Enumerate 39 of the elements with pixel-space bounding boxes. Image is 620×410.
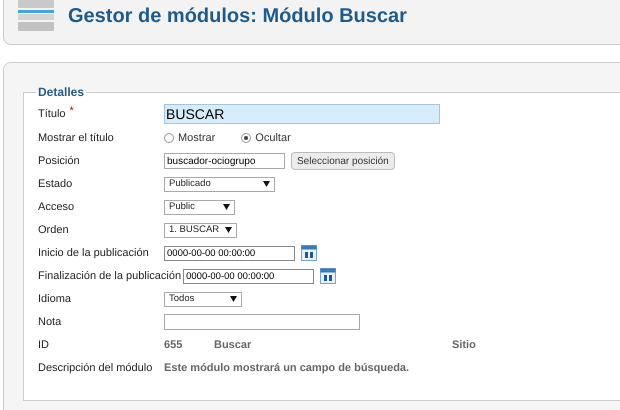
info-value: Sitio (452, 338, 476, 353)
dropdown-arrow-icon (223, 204, 230, 210)
required-mark: * (70, 106, 74, 117)
field-label: Título (38, 106, 66, 122)
dropdown[interactable]: Public (164, 200, 235, 214)
field-label: Mostrar el título (38, 130, 114, 146)
calendar-icon[interactable] (320, 268, 336, 284)
text-field[interactable]: buscador-ociogrupo (164, 153, 285, 169)
dropdown-arrow-icon (230, 296, 237, 302)
info-value: Este módulo mostrará un campo de búsqueda. (164, 360, 410, 376)
dropdown-arrow-icon (263, 181, 270, 187)
fieldset-legend: Detalles (36, 83, 86, 101)
field-label: Nota (38, 314, 62, 330)
field-label: Idioma (38, 292, 72, 307)
field-label: Descripción del módulo (38, 360, 152, 376)
field-label: Finalización de la publicación (38, 268, 182, 284)
field-label: Posición (38, 154, 80, 169)
field-label: Estado (38, 176, 72, 192)
text-field[interactable]: BUSCAR (164, 104, 440, 124)
field-label: Inicio de la publicación (38, 246, 149, 261)
radio-button[interactable] (164, 133, 174, 143)
dropdown[interactable]: Todos (164, 292, 242, 306)
field-label: Acceso (38, 200, 74, 215)
date-field[interactable]: 0000-00-00 00:00:00 (164, 246, 295, 260)
info-value: Buscar (214, 338, 252, 353)
radio-button[interactable] (241, 133, 252, 143)
radio-option[interactable]: Mostrar (164, 130, 216, 146)
dropdown[interactable]: 1. BUSCAR (164, 222, 237, 238)
dropdown[interactable]: Publicado (164, 176, 275, 192)
date-field[interactable]: 0000-00-00 00:00:00 (183, 268, 314, 284)
field-label: Orden (38, 222, 69, 238)
page-title: Gestor de módulos: Módulo Buscar (68, 4, 407, 29)
select-position-button[interactable]: Seleccionar posición (291, 152, 395, 170)
field-label: ID (38, 338, 49, 353)
radio-option[interactable]: Ocultar (241, 130, 291, 146)
info-value: 655 (164, 338, 184, 353)
text-field[interactable] (164, 314, 360, 330)
calendar-icon[interactable] (301, 245, 317, 261)
dropdown-arrow-icon (225, 227, 232, 233)
